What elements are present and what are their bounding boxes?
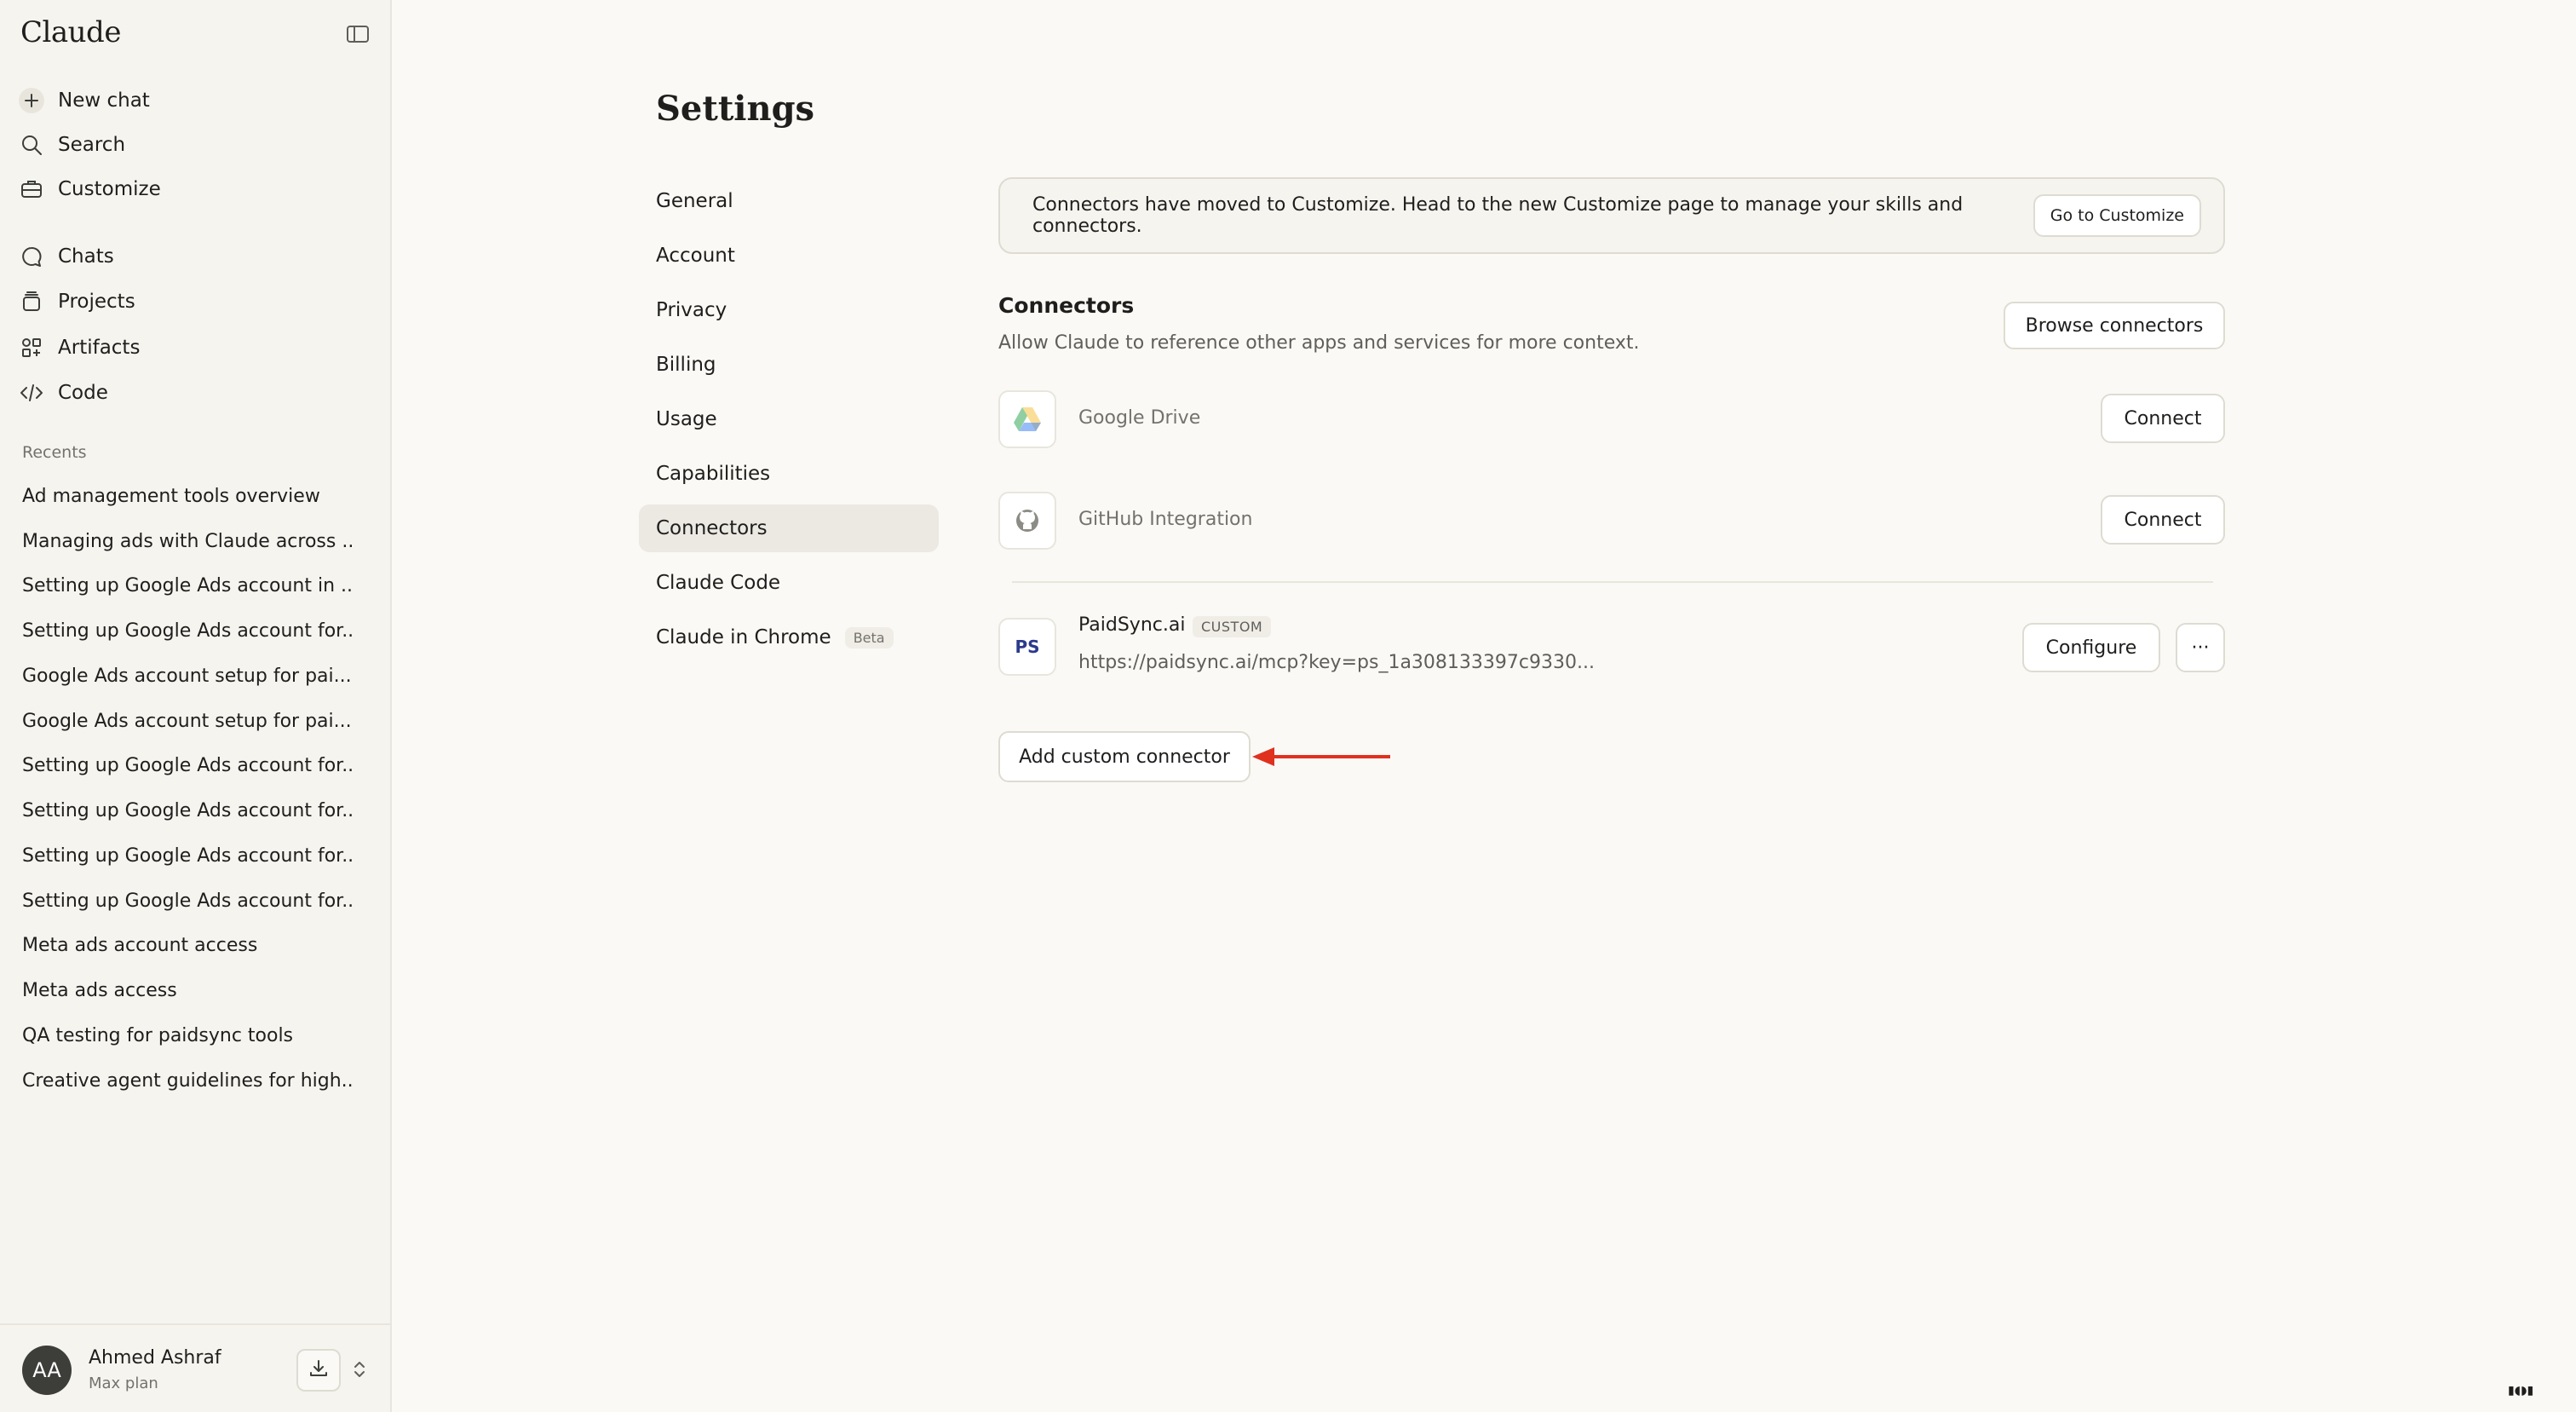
recent-chat-item[interactable]: Setting up Google Ads account in ... xyxy=(22,575,354,596)
annotation-arrow-icon xyxy=(1252,745,1397,772)
recent-chat-item[interactable]: Meta ads account access xyxy=(22,935,354,956)
notice-text: Connectors have moved to Customize. Head… xyxy=(1032,194,1964,237)
nav-label: Projects xyxy=(58,291,135,313)
download-icon xyxy=(308,1357,330,1383)
recent-chat-item[interactable]: Managing ads with Claude across ... xyxy=(22,531,354,552)
nav-label: Code xyxy=(58,382,108,404)
browse-connectors-button[interactable]: Browse connectors xyxy=(2004,302,2225,349)
sidebar-toggle-icon[interactable] xyxy=(346,24,370,44)
nav-label: Customize xyxy=(58,178,161,200)
nav-label: New chat xyxy=(58,89,150,112)
go-to-customize-button[interactable]: Go to Customize xyxy=(2033,194,2201,237)
customize-button[interactable]: Customize xyxy=(19,169,377,210)
code-icon xyxy=(19,380,44,406)
beta-badge: Beta xyxy=(844,626,894,648)
paidsync-logo: PS xyxy=(998,618,1056,676)
connectors-description: Allow Claude to reference other apps and… xyxy=(998,332,1640,354)
recents-heading: Recents xyxy=(22,443,87,462)
search-button[interactable]: Search xyxy=(19,124,377,165)
recent-chat-item[interactable]: Setting up Google Ads account for... xyxy=(22,620,354,642)
recent-chat-item[interactable]: Ad management tools overview xyxy=(22,486,354,507)
user-plan: Max plan xyxy=(89,1375,158,1392)
code-button[interactable]: Code xyxy=(19,372,377,413)
download-app-button[interactable] xyxy=(296,1349,341,1392)
nav-label: Chats xyxy=(58,245,114,268)
settings-tab-capabilities[interactable]: Capabilities xyxy=(639,450,939,498)
projects-button[interactable]: Projects xyxy=(19,281,377,322)
connector-row-google-drive: Google Drive Connect xyxy=(998,390,2225,450)
recent-chat-item[interactable]: Setting up Google Ads account for... xyxy=(22,800,354,821)
settings-tab-privacy[interactable]: Privacy xyxy=(639,286,939,334)
recent-chat-item[interactable]: Setting up Google Ads account for... xyxy=(22,755,354,776)
recent-chat-item[interactable]: Setting up Google Ads account for... xyxy=(22,845,354,867)
divider xyxy=(1012,581,2213,583)
recent-chat-item[interactable]: Setting up Google Ads account for... xyxy=(22,890,354,912)
connector-name: PaidSync.ai xyxy=(1078,614,1186,636)
briefcase-icon xyxy=(19,176,44,202)
recent-chat-item[interactable]: Meta ads access xyxy=(22,980,354,1001)
artifacts-icon xyxy=(19,335,44,360)
avatar: AA xyxy=(22,1346,72,1395)
recent-chat-item[interactable]: QA testing for paidsync tools xyxy=(22,1025,354,1046)
connector-row-paidsync: PS PaidSync.ai CUSTOM https://paidsync.a… xyxy=(998,614,2225,677)
folder-stack-icon xyxy=(19,289,44,314)
new-chat-button[interactable]: New chat xyxy=(19,80,377,121)
connectors-heading: Connectors xyxy=(998,293,1135,318)
more-options-button[interactable]: ··· xyxy=(2176,623,2225,672)
nav-label: Search xyxy=(58,134,126,156)
chevron-up-down-icon[interactable] xyxy=(353,1359,366,1383)
connectors-moved-notice: Connectors have moved to Customize. Head… xyxy=(998,177,2225,254)
tab-label: Claude in Chrome xyxy=(656,626,831,648)
settings-tab-account[interactable]: Account xyxy=(639,232,939,280)
nav-label: Artifacts xyxy=(58,337,141,359)
app-logo[interactable]: Claude xyxy=(20,15,121,49)
github-icon xyxy=(998,492,1056,550)
settings-tab-connectors[interactable]: Connectors xyxy=(639,504,939,552)
chats-button[interactable]: Chats xyxy=(19,236,377,277)
corner-mark-icon: ▮◖◗▮ xyxy=(2508,1384,2534,1398)
recent-chat-item[interactable]: Creative agent guidelines for high... xyxy=(22,1070,354,1092)
add-custom-connector-button[interactable]: Add custom connector xyxy=(998,731,1251,782)
chat-bubble-icon xyxy=(19,244,44,269)
custom-badge: CUSTOM xyxy=(1193,616,1272,637)
connector-name: Google Drive xyxy=(1078,407,1201,429)
user-menu[interactable]: AA Ahmed Ashraf Max plan xyxy=(0,1323,390,1412)
connect-github-button[interactable]: Connect xyxy=(2101,495,2225,545)
page-title: Settings xyxy=(656,89,815,129)
connector-name: GitHub Integration xyxy=(1078,509,1253,530)
user-name: Ahmed Ashraf xyxy=(89,1347,221,1369)
settings-tab-claude-in-chrome[interactable]: Claude in Chrome Beta xyxy=(639,614,939,661)
recent-chat-item[interactable]: Google Ads account setup for pai... xyxy=(22,666,354,687)
connect-google-drive-button[interactable]: Connect xyxy=(2101,394,2225,443)
recent-chat-item[interactable]: Google Ads account setup for pai... xyxy=(22,711,354,732)
plus-icon xyxy=(19,88,44,113)
connector-url: https://paidsync.ai/mcp?key=ps_1a3081333… xyxy=(1078,652,1595,673)
settings-tab-usage[interactable]: Usage xyxy=(639,395,939,443)
settings-tab-billing[interactable]: Billing xyxy=(639,341,939,389)
configure-button[interactable]: Configure xyxy=(2022,623,2160,672)
settings-tab-claude-code[interactable]: Claude Code xyxy=(639,559,939,607)
connector-row-github: GitHub Integration Connect xyxy=(998,492,2225,551)
settings-tab-general[interactable]: General xyxy=(639,177,939,225)
sidebar: Claude New chat Search Customize Chats P… xyxy=(0,0,392,1412)
search-icon xyxy=(19,132,44,158)
artifacts-button[interactable]: Artifacts xyxy=(19,327,377,368)
google-drive-icon xyxy=(998,390,1056,448)
